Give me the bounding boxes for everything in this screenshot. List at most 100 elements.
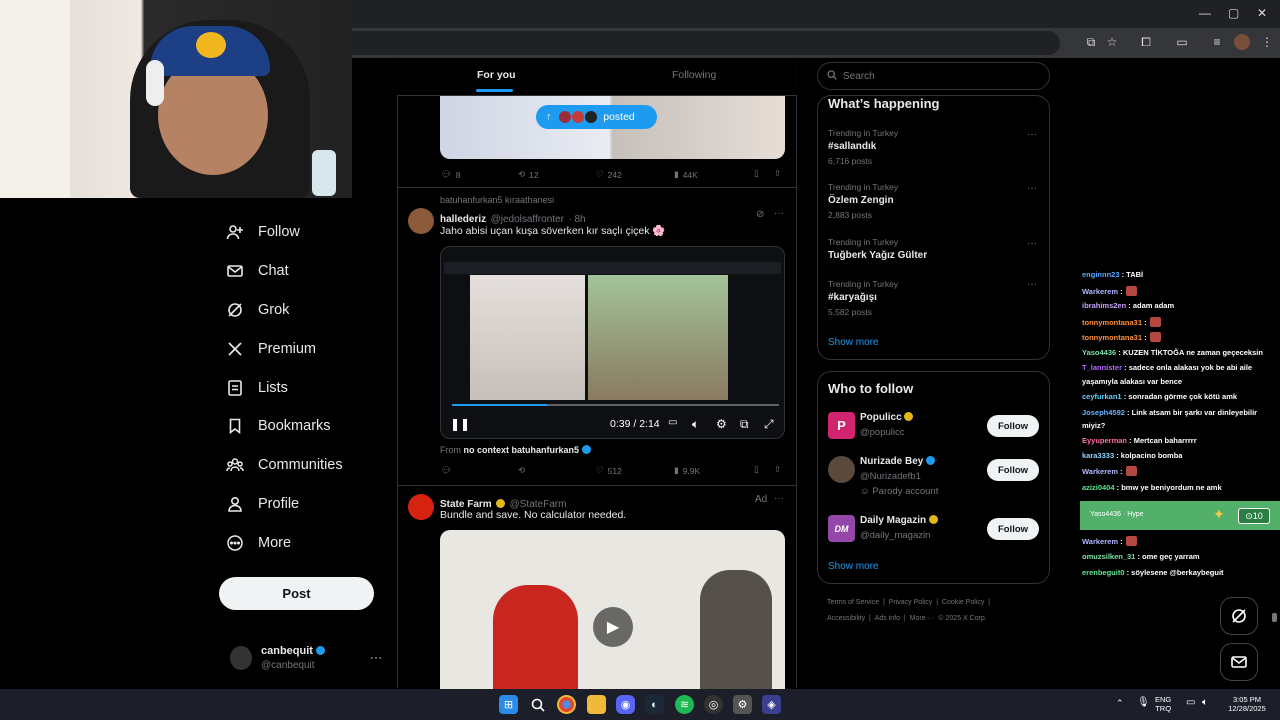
- statefarm-avatar[interactable]: [408, 494, 434, 520]
- extensions-icon[interactable]: ⧠: [1138, 34, 1154, 50]
- trend-name[interactable]: #sallandık: [828, 141, 876, 152]
- terms-link[interactable]: Terms of Service: [827, 599, 879, 606]
- like-button[interactable]: ♡ 242: [596, 169, 622, 180]
- address-bar[interactable]: [352, 31, 1060, 55]
- settings-icon[interactable]: ⚙: [716, 417, 727, 431]
- trend-more-icon[interactable]: ···: [1027, 238, 1037, 249]
- trends-show-more[interactable]: Show more: [828, 337, 879, 348]
- chat-username[interactable]: Warkerem: [1082, 467, 1120, 476]
- account-name[interactable]: canbequit: [261, 645, 326, 657]
- chat-username[interactable]: erenbeguit0: [1082, 568, 1127, 577]
- pause-icon[interactable]: ❚❚: [450, 417, 470, 431]
- settings-icon[interactable]: ⚙: [733, 695, 752, 714]
- reply-button[interactable]: 💬︎: [441, 465, 452, 476]
- kebab-menu-icon[interactable]: ⋮: [1259, 34, 1275, 50]
- volume-icon[interactable]: 🔈︎: [1202, 697, 1208, 708]
- nav-item-more[interactable]: More: [226, 528, 291, 558]
- reading-list-icon[interactable]: ≡: [1209, 34, 1225, 50]
- chat-username[interactable]: ibrahims2en: [1082, 301, 1128, 310]
- obs-icon[interactable]: ◎: [704, 695, 723, 714]
- new-posts-pill[interactable]: ↑ posted: [536, 105, 657, 129]
- tweet-avatar[interactable]: [408, 208, 434, 234]
- tray-chevron-icon[interactable]: ⌃: [1116, 698, 1124, 709]
- nav-item-premium[interactable]: Premium: [226, 334, 316, 364]
- bookmark-button[interactable]: ▯: [754, 464, 759, 475]
- chat-username[interactable]: ceyfurkan1: [1082, 392, 1124, 401]
- chat-username[interactable]: omuzsilken_31: [1082, 552, 1137, 561]
- follow-button[interactable]: Follow: [987, 518, 1039, 540]
- network-icon[interactable]: ▭: [1186, 697, 1195, 708]
- pip-icon[interactable]: ⧉: [740, 417, 749, 432]
- nav-item-communities[interactable]: Communities: [226, 450, 343, 480]
- like-button[interactable]: ♡ 512: [596, 465, 622, 476]
- discord-icon[interactable]: ◉: [616, 695, 635, 714]
- language-indicator[interactable]: ENG TRQ: [1155, 695, 1171, 713]
- follow-show-more[interactable]: Show more: [828, 561, 879, 572]
- tab-following[interactable]: Following: [672, 69, 716, 81]
- follow-avatar[interactable]: DM: [828, 515, 855, 542]
- privacy-link[interactable]: Privacy Policy: [889, 599, 933, 606]
- nav-item-lists[interactable]: Lists: [226, 373, 288, 403]
- search-input[interactable]: Search: [817, 62, 1050, 90]
- file-explorer-icon[interactable]: [587, 695, 606, 714]
- follow-account-name[interactable]: Daily Magazin: [860, 515, 938, 526]
- grok-float-icon[interactable]: [1220, 597, 1258, 635]
- chat-username[interactable]: tonnymontana31: [1082, 333, 1144, 342]
- bookmark-button[interactable]: ▯: [754, 168, 759, 179]
- views-button[interactable]: ▮ 9.9K: [674, 465, 700, 476]
- views-button[interactable]: ▮ 44K: [674, 169, 698, 180]
- nav-item-grok[interactable]: Grok: [226, 295, 289, 325]
- fullscreen-icon[interactable]: ⤢: [764, 417, 774, 432]
- cookie-link[interactable]: Cookie Policy: [942, 599, 984, 606]
- more-icon[interactable]: ···: [774, 493, 784, 504]
- account-menu-icon[interactable]: ···: [370, 650, 382, 664]
- chrome-icon[interactable]: [557, 695, 576, 714]
- nav-item-follow[interactable]: Follow: [226, 217, 300, 247]
- account-avatar[interactable]: [230, 646, 252, 670]
- chat-username[interactable]: Joseph4592: [1082, 408, 1127, 417]
- more-link[interactable]: More ···: [910, 615, 935, 622]
- chat-username[interactable]: Eyyuperman: [1082, 436, 1129, 445]
- bookmark-star-icon[interactable]: ☆: [1104, 34, 1120, 50]
- steam-icon[interactable]: ◐: [645, 695, 664, 714]
- follow-button[interactable]: Follow: [987, 459, 1039, 481]
- repost-context[interactable]: batuhanfurkan5 kıraathanesi: [440, 195, 554, 205]
- grok-icon[interactable]: ⊘: [756, 209, 764, 220]
- close-window-button[interactable]: ✕: [1257, 6, 1267, 20]
- more-icon[interactable]: ···: [774, 208, 784, 219]
- reply-button[interactable]: 💬︎ 8: [441, 169, 461, 180]
- from-account[interactable]: no context batuhanfurkan5: [464, 445, 580, 455]
- repost-button[interactable]: ⟲ 12: [518, 169, 539, 180]
- windows-start-icon[interactable]: ⊞: [499, 695, 518, 714]
- profile-avatar-icon[interactable]: [1234, 34, 1250, 50]
- messages-float-icon[interactable]: [1220, 643, 1258, 681]
- nav-item-profile[interactable]: Profile: [226, 489, 299, 519]
- follow-avatar[interactable]: [828, 456, 855, 483]
- trend-name[interactable]: Özlem Zengin: [828, 195, 894, 206]
- trend-more-icon[interactable]: ···: [1027, 183, 1037, 194]
- play-icon[interactable]: ▶: [593, 607, 633, 647]
- spotify-icon[interactable]: ≋: [675, 695, 694, 714]
- clock[interactable]: 3:05 PM 12/28/2025: [1222, 695, 1272, 713]
- tab-for-you[interactable]: For you: [477, 69, 516, 81]
- follow-button[interactable]: Follow: [987, 415, 1039, 437]
- chat-username[interactable]: tonnymontana31: [1082, 318, 1144, 327]
- repost-button[interactable]: ⟲: [518, 465, 529, 476]
- sidepanel-icon[interactable]: ▭: [1174, 34, 1190, 50]
- chat-username[interactable]: Warkerem: [1082, 537, 1120, 546]
- install-app-icon[interactable]: ⧉: [1083, 34, 1099, 50]
- post-button[interactable]: Post: [219, 577, 374, 610]
- chat-username[interactable]: azizi0404: [1082, 483, 1117, 492]
- follow-account-name[interactable]: Populicc: [860, 412, 914, 423]
- ads-info-link[interactable]: Ads info: [875, 615, 900, 622]
- microphone-icon[interactable]: 🎙︎: [1137, 697, 1150, 708]
- chat-username[interactable]: enginnn23: [1082, 270, 1122, 279]
- captions-icon[interactable]: ▭: [668, 417, 677, 428]
- nav-item-chat[interactable]: Chat: [226, 256, 289, 286]
- trend-more-icon[interactable]: ···: [1027, 279, 1037, 290]
- app-icon[interactable]: ◈: [762, 695, 781, 714]
- follow-avatar[interactable]: P: [828, 412, 855, 439]
- trend-more-icon[interactable]: ···: [1027, 129, 1037, 140]
- volume-icon[interactable]: 🔈︎: [692, 417, 699, 432]
- scrollbar-thumb[interactable]: [1272, 613, 1277, 622]
